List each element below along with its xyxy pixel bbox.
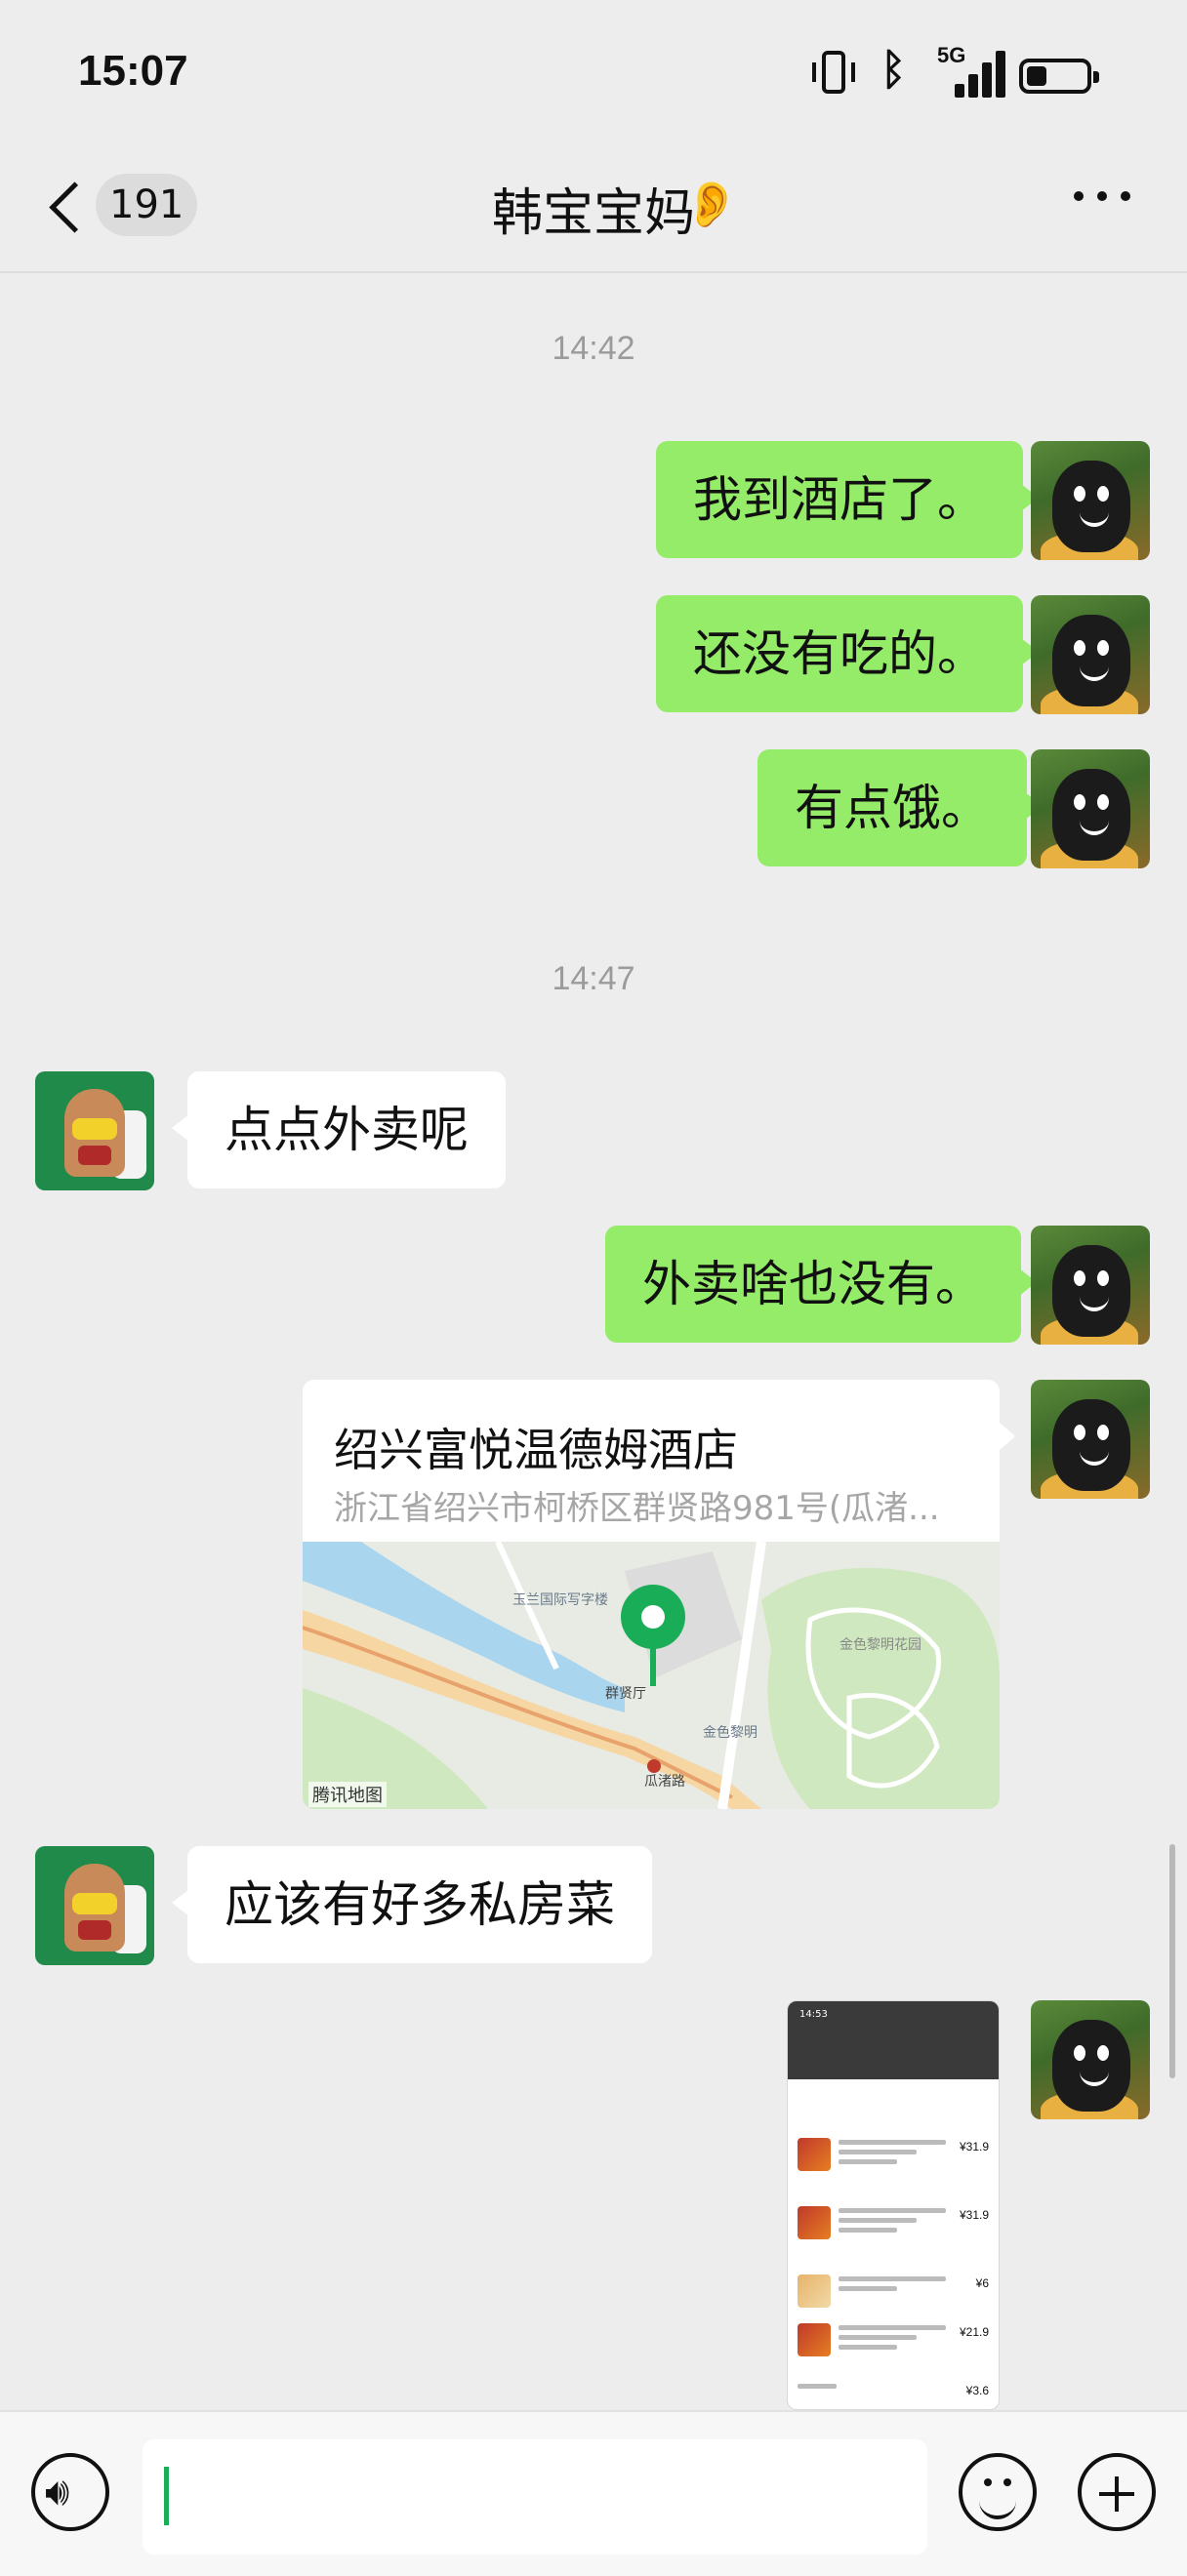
battery-icon	[1019, 59, 1099, 94]
message-bubble-sent[interactable]: 我到酒店了。	[656, 441, 1039, 558]
svg-text:玉兰国际写字楼: 玉兰国际写字楼	[512, 1592, 608, 1608]
map-preview: 玉兰国际写字楼 群贤厅 金色黎明 瓜渚路 金色黎明花园 腾讯地图	[303, 1542, 1000, 1809]
chat-title: 韩宝宝妈	[491, 184, 695, 243]
my-avatar[interactable]	[1031, 441, 1150, 560]
thumbnail-header: 14:53	[788, 2001, 999, 2079]
location-pin-icon	[621, 1585, 685, 1686]
svg-text:群贤厅: 群贤厅	[605, 1686, 646, 1702]
message-input[interactable]	[143, 2439, 927, 2555]
bluetooth-icon: ᛒ	[880, 45, 907, 95]
thumbnail-row: ¥31.9	[798, 2206, 989, 2265]
chat-header: 191 韩宝宝妈 👂	[0, 146, 1187, 273]
location-card[interactable]: 绍兴富悦温德姆酒店 浙江省绍兴市柯桥区群贤路981号(瓜渚... 玉兰国际写字楼…	[303, 1380, 1000, 1809]
timestamp: 14:47	[552, 960, 635, 997]
ear-icon: 👂	[683, 178, 740, 230]
location-name: 绍兴富悦温德姆酒店	[334, 1424, 738, 1476]
svg-text:金色黎明花园: 金色黎明花园	[839, 1636, 921, 1653]
emoji-icon[interactable]	[959, 2453, 1037, 2531]
contact-avatar[interactable]	[35, 1071, 154, 1190]
thumbnail-row: ¥3.6	[798, 2382, 989, 2409]
message-bubble-sent[interactable]: 还没有吃的。	[656, 595, 1039, 712]
image-message-thumbnail[interactable]: 14:53 ¥31.9 ¥31.9 ¥6 ¥21.9 ¥3.6	[787, 2000, 1000, 2410]
plus-icon[interactable]	[1078, 2453, 1156, 2531]
input-bar: 🔊︎	[0, 2410, 1187, 2576]
more-button[interactable]	[1074, 191, 1132, 205]
contact-avatar[interactable]	[35, 1846, 154, 1965]
timestamp: 14:42	[552, 330, 635, 367]
text-cursor	[164, 2467, 169, 2525]
signal-icon: 5G	[937, 43, 1005, 98]
thumbnail-row: ¥31.9	[798, 2138, 989, 2196]
vibrate-icon	[812, 51, 855, 94]
my-avatar[interactable]	[1031, 749, 1150, 868]
my-avatar[interactable]	[1031, 595, 1150, 714]
network-type: 5G	[937, 43, 966, 67]
thumbnail-time: 14:53	[799, 2009, 828, 2020]
status-bar: 15:07 ᛒ 5G	[0, 0, 1187, 146]
status-time: 15:07	[78, 47, 188, 95]
message-bubble-sent[interactable]: 外卖啥也没有。	[605, 1226, 1037, 1343]
chat-scrollbar[interactable]	[1169, 1844, 1175, 2078]
message-bubble-received[interactable]: 应该有好多私房菜	[172, 1846, 652, 1963]
svg-text:瓜渚路: 瓜渚路	[644, 1774, 685, 1790]
bubble-tail	[1000, 1423, 1015, 1450]
my-avatar[interactable]	[1031, 1380, 1150, 1499]
voice-icon[interactable]: 🔊︎	[31, 2453, 109, 2531]
svg-text:金色黎明: 金色黎明	[703, 1724, 757, 1741]
map-credit: 腾讯地图	[308, 1782, 387, 1807]
thumbnail-row: ¥21.9	[798, 2323, 989, 2382]
battery-fill	[1027, 66, 1046, 86]
message-bubble-sent[interactable]: 有点饿。	[757, 749, 1043, 866]
location-address: 浙江省绍兴市柯桥区群贤路981号(瓜渚...	[334, 1489, 940, 1528]
my-avatar[interactable]	[1031, 2000, 1150, 2119]
my-avatar[interactable]	[1031, 1226, 1150, 1345]
message-bubble-received[interactable]: 点点外卖呢	[172, 1071, 506, 1188]
